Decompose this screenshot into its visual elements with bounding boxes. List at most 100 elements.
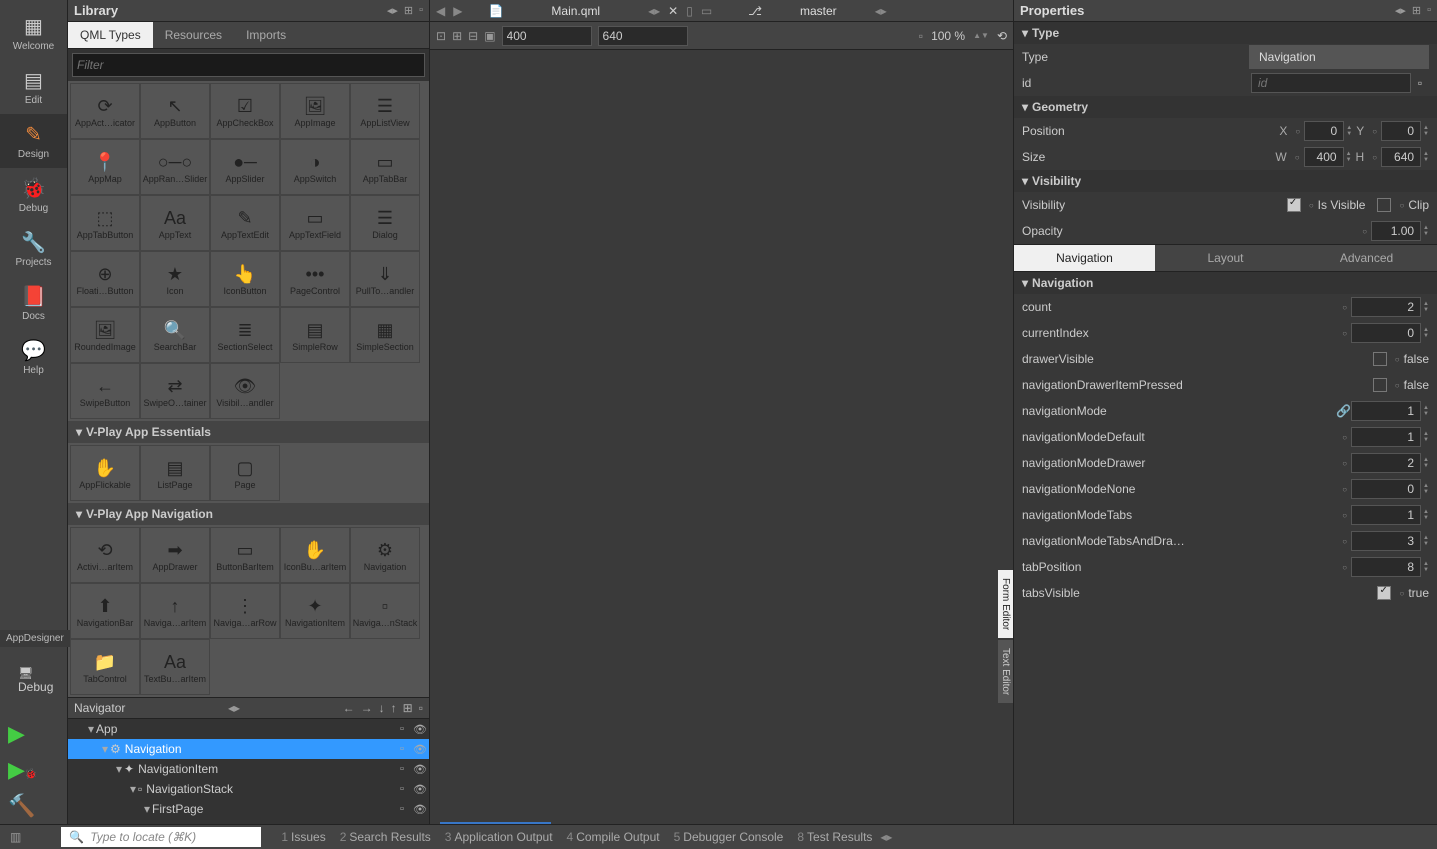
proptab-navigation[interactable]: Navigation bbox=[1014, 245, 1155, 271]
pos-y-input[interactable] bbox=[1381, 121, 1421, 141]
lib-item[interactable]: ★Icon bbox=[140, 251, 210, 307]
hide-icon[interactable]: ▫ bbox=[393, 743, 411, 755]
lib-item[interactable]: ⚙Navigation bbox=[350, 527, 420, 583]
locator[interactable]: 🔍 Type to locate (⌘K) bbox=[61, 827, 261, 847]
lib-item[interactable]: ⟳AppAct…icator bbox=[70, 83, 140, 139]
lib-item[interactable]: 🖼AppImage bbox=[280, 83, 350, 139]
lib-item[interactable]: •••PageControl bbox=[280, 251, 350, 307]
link-icon[interactable]: 🔗 bbox=[1336, 404, 1351, 418]
lib-item[interactable]: ⊕Floati…Button bbox=[70, 251, 140, 307]
snap-icon[interactable]: ⊡ bbox=[436, 29, 446, 43]
branch-name[interactable]: master bbox=[770, 4, 867, 18]
mode-projects[interactable]: 🔧Projects bbox=[0, 222, 67, 276]
lib-item[interactable]: 🔍SearchBar bbox=[140, 307, 210, 363]
section-navigation[interactable]: ▾V-Play App Navigation bbox=[68, 503, 429, 525]
id-input[interactable] bbox=[1251, 73, 1411, 93]
lib-item[interactable]: ▭AppTextField bbox=[280, 195, 350, 251]
tree-row[interactable]: ▾⚙Navigation▫👁 bbox=[68, 739, 429, 759]
nav-pop-icon[interactable]: ▫ bbox=[419, 701, 423, 715]
library-add-icon[interactable]: ⊞ bbox=[404, 4, 413, 17]
appdesigner-selector[interactable]: AppDesigner bbox=[0, 630, 70, 647]
bounds-icon[interactable]: ▣ bbox=[484, 29, 495, 43]
tab-imports[interactable]: Imports bbox=[234, 22, 298, 48]
hide-icon[interactable]: ▫ bbox=[393, 723, 411, 735]
hide-icon[interactable]: ▫ bbox=[393, 803, 411, 815]
filename[interactable]: Main.qml bbox=[511, 4, 640, 18]
lib-item[interactable]: ▭AppTabBar bbox=[350, 139, 420, 195]
nav-fwd-icon[interactable]: → bbox=[361, 701, 373, 715]
lib-item[interactable]: ▭ButtonBarItem bbox=[210, 527, 280, 583]
tab-resources[interactable]: Resources bbox=[153, 22, 234, 48]
value-input[interactable] bbox=[1351, 531, 1421, 551]
form-editor-tab[interactable]: Form Editor bbox=[998, 570, 1013, 638]
tab-qml-types[interactable]: QML Types bbox=[68, 22, 153, 48]
prop-pop-icon[interactable]: ▫ bbox=[1427, 4, 1431, 17]
lib-item[interactable]: ⬚AppTabButton bbox=[70, 195, 140, 251]
lib-item[interactable]: ▤SimpleRow bbox=[280, 307, 350, 363]
size-h-input[interactable] bbox=[1381, 147, 1421, 167]
lib-item[interactable]: AaTextBu…arItem bbox=[140, 639, 210, 695]
library-expand-icon[interactable]: ◂▸ bbox=[387, 4, 398, 17]
nav-up-icon[interactable]: ↑ bbox=[391, 701, 397, 715]
lib-item[interactable]: ✦NavigationItem bbox=[280, 583, 350, 639]
checkbox[interactable] bbox=[1373, 378, 1387, 392]
group-visibility[interactable]: ▾Visibility bbox=[1014, 170, 1437, 192]
pane-compile-output[interactable]: 4Compile Output bbox=[567, 830, 660, 844]
split-h-icon[interactable]: ▯ bbox=[686, 4, 693, 18]
lib-item[interactable]: ⇄SwipeO…tainer bbox=[140, 363, 210, 419]
lib-item[interactable]: ▫Naviga…nStack bbox=[350, 583, 420, 639]
type-value[interactable]: Navigation bbox=[1249, 45, 1429, 69]
pane-application-output[interactable]: 3Application Output bbox=[445, 830, 553, 844]
mode-welcome[interactable]: ▦Welcome bbox=[0, 6, 67, 60]
visible-checkbox[interactable]: ✓ bbox=[1287, 198, 1301, 212]
eye-icon[interactable]: 👁 bbox=[411, 763, 429, 776]
lib-item[interactable]: ⋮Naviga…arRow bbox=[210, 583, 280, 639]
panes-chevron-icon[interactable]: ◂▸ bbox=[880, 830, 892, 844]
guides-icon[interactable]: ⊟ bbox=[468, 29, 478, 43]
prop-add-icon[interactable]: ⊞ bbox=[1412, 4, 1421, 17]
resize-icon[interactable]: ▫ bbox=[919, 29, 923, 43]
lib-item[interactable]: ●─AppSlider bbox=[210, 139, 280, 195]
lib-item[interactable]: ☑AppCheckBox bbox=[210, 83, 280, 139]
debug-selector[interactable]: 🖥Debug bbox=[18, 666, 53, 694]
lib-item[interactable]: ✋AppFlickable bbox=[70, 445, 140, 501]
lib-item[interactable]: ▦SimpleSection bbox=[350, 307, 420, 363]
library-filter-input[interactable] bbox=[72, 53, 425, 77]
lib-item[interactable]: 📍AppMap bbox=[70, 139, 140, 195]
anchor-icon[interactable]: ⊞ bbox=[452, 29, 462, 43]
checkbox[interactable]: ✓ bbox=[1377, 586, 1391, 600]
library-pop-icon[interactable]: ▫ bbox=[419, 4, 423, 17]
mode-edit[interactable]: ▤Edit bbox=[0, 60, 67, 114]
proptab-advanced[interactable]: Advanced bbox=[1296, 245, 1437, 271]
hide-icon[interactable]: ▫ bbox=[393, 763, 411, 775]
proptab-layout[interactable]: Layout bbox=[1155, 245, 1296, 271]
text-editor-tab[interactable]: Text Editor bbox=[998, 640, 1013, 703]
zoom-spin-icon[interactable]: ▲▼ bbox=[973, 31, 989, 40]
group-geometry[interactable]: ▾Geometry bbox=[1014, 96, 1437, 118]
lib-item[interactable]: ▤ListPage bbox=[140, 445, 210, 501]
tree-row[interactable]: ▾FirstPage▫👁 bbox=[68, 799, 429, 819]
opacity-input[interactable] bbox=[1371, 221, 1421, 241]
lib-item[interactable]: 👆IconButton bbox=[210, 251, 280, 307]
lib-item[interactable]: ○─○AppRan…Slider bbox=[140, 139, 210, 195]
lib-item[interactable]: ←SwipeButton bbox=[70, 363, 140, 419]
lib-item[interactable]: ≣SectionSelect bbox=[210, 307, 280, 363]
lib-item[interactable]: ↑Naviga…arItem bbox=[140, 583, 210, 639]
tree-row[interactable]: ▾▫NavigationStack▫👁 bbox=[68, 779, 429, 799]
value-input[interactable] bbox=[1351, 427, 1421, 447]
eye-icon[interactable]: 👁 bbox=[411, 743, 429, 756]
eye-icon[interactable]: 👁 bbox=[411, 723, 429, 736]
tree-row[interactable]: ▾✦NavigationItem▫👁 bbox=[68, 759, 429, 779]
group-navigation[interactable]: ▾Navigation bbox=[1014, 272, 1437, 294]
lib-item[interactable]: ➡AppDrawer bbox=[140, 527, 210, 583]
section-essentials[interactable]: ▾V-Play App Essentials bbox=[68, 421, 429, 443]
clip-checkbox[interactable] bbox=[1377, 198, 1391, 212]
lib-item[interactable]: ▢Page bbox=[210, 445, 280, 501]
run-debug-button[interactable]: ▶🐞 bbox=[8, 757, 37, 783]
eye-icon[interactable]: 👁 bbox=[411, 803, 429, 816]
nav-back-button[interactable]: ◀ bbox=[436, 4, 445, 18]
lib-item[interactable]: ✋IconBu…arItem bbox=[280, 527, 350, 583]
tree-row[interactable]: ▾App▫👁 bbox=[68, 719, 429, 739]
pane-issues[interactable]: 1Issues bbox=[281, 830, 325, 844]
lib-item[interactable]: ⇓PullTo…andler bbox=[350, 251, 420, 307]
